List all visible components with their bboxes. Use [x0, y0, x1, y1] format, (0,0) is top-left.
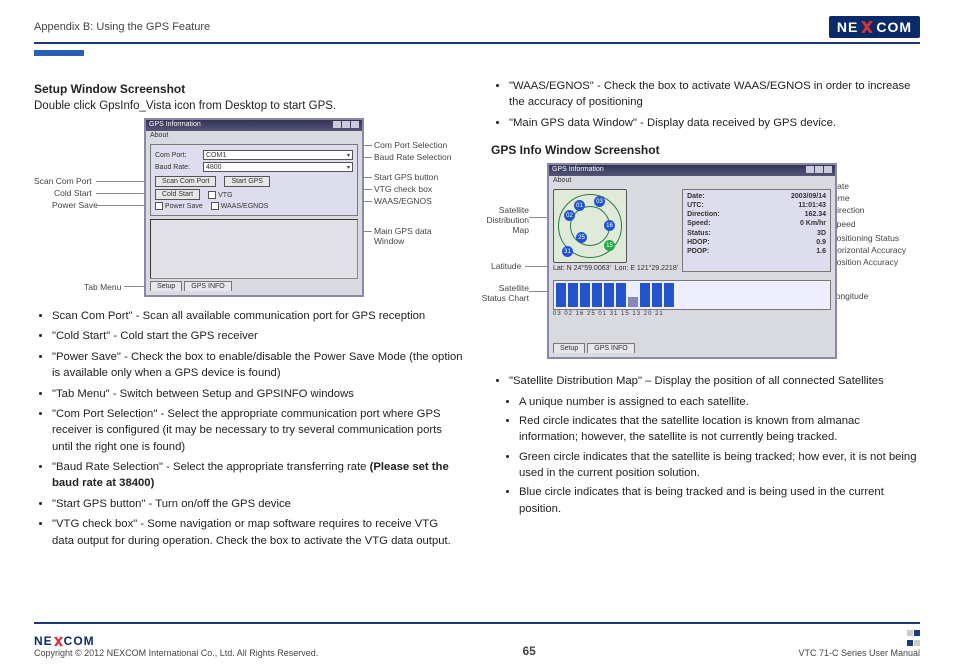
sat-icon: 31	[562, 246, 573, 257]
satellite-bars	[553, 280, 831, 310]
comport-select[interactable]: COM1	[203, 150, 353, 160]
blue-accent-bar	[34, 50, 84, 56]
logo-x-icon	[860, 20, 874, 34]
appendix-title: Appendix B: Using the GPS Feature	[34, 21, 210, 33]
bullet-item: "Start GPS button" - Turn on/off the GPS…	[52, 496, 463, 512]
callout-power: Power Save	[52, 200, 98, 210]
right-sub-bullets: A unique number is assigned to each sate…	[491, 394, 920, 518]
callout-cold: Cold Start	[54, 188, 92, 198]
power-save-checkbox[interactable]: Power Save	[155, 202, 203, 210]
callout-lat: Latitude	[491, 261, 521, 271]
callout-comsel: Com Port Selection	[374, 140, 447, 150]
bullet-item: "VTG check box" - Some navigation or map…	[52, 516, 463, 549]
bullet-item: "Com Port Selection" - Select the approp…	[52, 406, 463, 455]
gpsinfo-window-screenshot: GPS Information About 03 02 16	[547, 163, 837, 359]
scan-comport-button[interactable]: Scan Com Port	[155, 176, 216, 187]
setup-tab[interactable]: Setup	[150, 281, 182, 291]
footer-logo-x-icon	[53, 636, 64, 647]
right-bullets: "Satellite Distribution Map" – Display t…	[491, 373, 920, 389]
setup-window-screenshot: GPS Information About Com Port: COM1	[144, 118, 364, 297]
setup-screenshot-wrap: Scan Com Port Cold Start Power Save Tab …	[34, 118, 463, 298]
bullet-item: Scan Com Port" - Scan all available comm…	[52, 308, 463, 324]
satellite-map: 03 02 16 25 15 01 31	[553, 189, 627, 263]
gpsinfo-screenshot-wrap: Satellite Distribution Map Latitude Sate…	[491, 163, 920, 363]
window-title-2: GPS Information	[552, 166, 604, 175]
about-menu: About	[146, 131, 362, 140]
page-number: 65	[318, 644, 740, 658]
window-title: GPS Information	[149, 121, 201, 130]
baud-select[interactable]: 4800	[203, 162, 353, 172]
titlebar-buttons	[332, 121, 359, 130]
right-top-bullets: "WAAS/EGNOS" - Check the box to activate…	[491, 78, 920, 131]
start-gps-button[interactable]: Start GPS	[224, 176, 270, 187]
about-menu-2: About	[549, 176, 835, 185]
left-column: Setup Window Screenshot Double click Gps…	[34, 74, 463, 553]
callout-satmap: Satellite Distribution Map	[475, 205, 529, 235]
callout-tab: Tab Menu	[84, 282, 121, 292]
vtg-checkbox[interactable]: VTG	[208, 191, 232, 199]
sub-bullet-item: Green circle indicates that the satellit…	[519, 449, 920, 482]
callout-pos: Positioning Status	[831, 233, 899, 243]
callout-satchart: Satellite Status Chart	[475, 283, 529, 303]
bullet-item: "Satellite Distribution Map" – Display t…	[509, 373, 920, 389]
sub-bullet-item: A unique number is assigned to each sate…	[519, 394, 920, 410]
lat-text: Lat: N 24°59.0063' Lon: E 121°29.2218'	[553, 265, 678, 272]
cold-start-button[interactable]: Cold Start	[155, 189, 200, 200]
window-titlebar-2: GPS Information	[549, 165, 835, 176]
page-header: Appendix B: Using the GPS Feature NECOM	[34, 16, 920, 44]
setup-lead: Double click GpsInfo_Vista icon from Des…	[34, 100, 463, 112]
bullet-item: "Power Save" - Check the box to enable/d…	[52, 349, 463, 382]
callout-pacc: Position Accuracy	[831, 257, 898, 267]
callout-waas: WAAS/EGNOS	[374, 196, 432, 206]
callout-hacc: Horizontal Accuracy	[831, 245, 906, 255]
right-column: "WAAS/EGNOS" - Check the box to activate…	[491, 74, 920, 553]
bullet-item: "Main GPS data Window" - Display data re…	[509, 115, 920, 131]
waas-checkbox[interactable]: WAAS/EGNOS	[211, 202, 269, 210]
baud-label: Baud Rate:	[155, 164, 199, 171]
main-gps-data-area	[150, 219, 358, 279]
titlebar-buttons-2	[805, 166, 832, 175]
callout-baudsel: Baud Rate Selection	[374, 152, 452, 162]
bullet-item: "WAAS/EGNOS" - Check the box to activate…	[509, 78, 920, 111]
callout-vtg: VTG check box	[374, 184, 432, 194]
bullet-item: "Baud Rate Selection" - Select the appro…	[52, 459, 463, 492]
manual-title: VTC 71-C Series User Manual	[740, 648, 920, 658]
gps-info-list: Date:2003/09/14 UTC:11:01:43 Direction:1…	[682, 189, 831, 272]
left-bullets: Scan Com Port" - Scan all available comm…	[34, 308, 463, 549]
brand-logo: NECOM	[829, 16, 920, 38]
bullet-item: "Cold Start" - Cold start the GPS receiv…	[52, 328, 463, 344]
setup-heading: Setup Window Screenshot	[34, 82, 463, 96]
callout-startbtn: Start GPS button	[374, 172, 438, 182]
callout-mainwin: Main GPS data Window	[374, 226, 444, 246]
bullet-item: "Tab Menu" - Switch between Setup and GP…	[52, 386, 463, 402]
callout-scan: Scan Com Port	[34, 176, 92, 186]
footer-logo: NECOM	[34, 634, 318, 648]
footer-squares	[740, 628, 920, 648]
sat-icon: 15	[604, 240, 615, 251]
page-footer: NECOM Copyright © 2012 NEXCOM Internatio…	[34, 622, 920, 658]
gpsinfo-heading: GPS Info Window Screenshot	[491, 143, 920, 157]
setup-tab-2[interactable]: Setup	[553, 343, 585, 353]
gpsinfo-tab[interactable]: GPS INFO	[184, 281, 231, 291]
copyright-text: Copyright © 2012 NEXCOM International Co…	[34, 648, 318, 658]
sub-bullet-item: Blue circle indicates that is being trac…	[519, 484, 920, 517]
sub-bullet-item: Red circle indicates that the satellite …	[519, 413, 920, 446]
comport-label: Com Port:	[155, 152, 199, 159]
window-titlebar: GPS Information	[146, 120, 362, 131]
gpsinfo-tab-2[interactable]: GPS INFO	[587, 343, 634, 353]
